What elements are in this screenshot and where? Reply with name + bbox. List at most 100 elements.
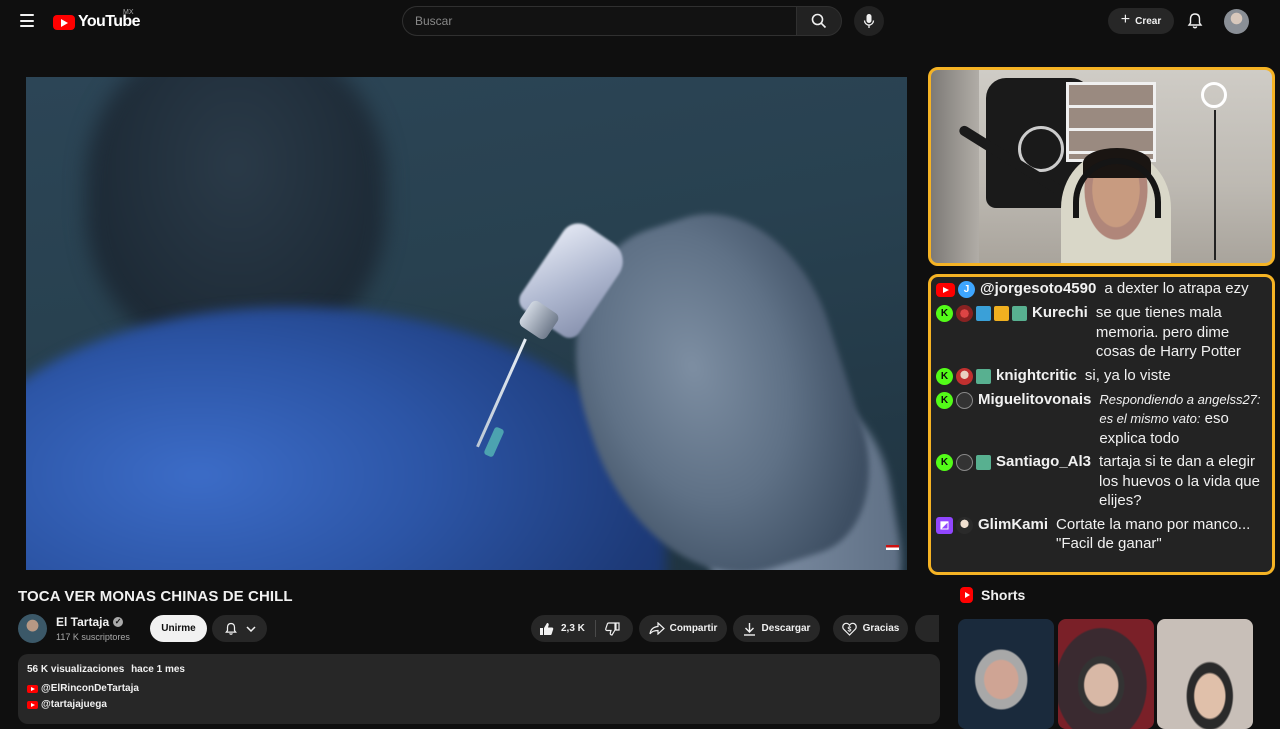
badge-icon <box>976 368 991 384</box>
description-link-text: @tartajajuega <box>41 699 107 710</box>
chat-text: a dexter lo atrapa ezy <box>1104 280 1249 297</box>
download-icon <box>743 622 755 636</box>
description-meta: 56 K visualizaciones hace 1 mes <box>27 664 931 675</box>
short-thumbnail[interactable] <box>1058 619 1154 729</box>
search-icon <box>811 13 827 29</box>
share-icon <box>648 622 665 635</box>
top-bar: YouTube MX + Crear <box>0 0 1280 42</box>
youtube-icon <box>936 283 955 297</box>
voice-search-button[interactable] <box>854 6 884 36</box>
join-button[interactable]: Unirme <box>150 615 207 642</box>
kick-icon: K <box>936 305 953 322</box>
user-avatar: J <box>958 281 975 298</box>
kick-icon: K <box>936 367 953 385</box>
download-label: Descargar <box>761 623 811 634</box>
shorts-header: Shorts <box>960 587 1025 603</box>
shorts-icon <box>960 587 973 603</box>
webcam-wall <box>931 70 979 263</box>
chat-overlay: J @jorgesoto4590 a dexter lo atrapa ezy … <box>928 274 1275 575</box>
youtube-icon <box>27 684 38 693</box>
chat-username: Miguelitovonais <box>978 390 1092 408</box>
channel-name[interactable]: El Tartaja ✓ <box>56 615 124 629</box>
badge-icon <box>976 306 991 321</box>
search-box <box>402 6 796 36</box>
user-avatar <box>956 516 973 534</box>
chat-username: Santiago_Al3 <box>996 453 1092 470</box>
user-avatar <box>956 367 973 385</box>
webcam-ring-light <box>1201 82 1227 108</box>
microphone-icon <box>863 14 875 28</box>
video-frame-shoulder <box>26 307 666 570</box>
create-label: Crear <box>1135 15 1162 27</box>
short-thumbnail[interactable] <box>1157 619 1253 729</box>
thumbs-up-icon <box>540 622 554 635</box>
chat-message: K Kurechi se que tienes mala memoria. pe… <box>936 303 1267 362</box>
webcam-overlay <box>928 67 1275 266</box>
description-link-text: @ElRinconDeTartaja <box>41 683 139 694</box>
like-button[interactable]: 2,3 K <box>531 620 596 637</box>
heart-dollar-icon: $ <box>841 622 857 636</box>
thanks-label: Gracias <box>862 623 900 634</box>
create-button[interactable]: + Crear <box>1108 8 1174 34</box>
chat-text: si, ya lo viste <box>1084 366 1171 384</box>
description-box[interactable]: 56 K visualizaciones hace 1 mes @ElRinco… <box>18 654 940 724</box>
search-input[interactable] <box>403 7 796 35</box>
kick-icon: K <box>936 454 953 471</box>
chevron-down-icon <box>245 625 256 632</box>
chat-message: J @jorgesoto4590 a dexter lo atrapa ezy <box>936 279 1267 299</box>
twitch-icon: ◩ <box>936 516 953 534</box>
badge-icon <box>976 455 991 470</box>
country-code: MX <box>123 9 134 16</box>
shorts-title: Shorts <box>981 587 1026 603</box>
verified-check-icon: ✓ <box>113 617 124 627</box>
crown-badge-icon <box>994 306 1009 321</box>
svg-text:$: $ <box>847 626 851 633</box>
video-player[interactable] <box>26 77 907 570</box>
download-button[interactable]: Descargar <box>733 615 820 642</box>
more-actions-button[interactable] <box>915 615 939 642</box>
share-button[interactable]: Compartir <box>639 615 727 642</box>
video-title: TOCA VER MONAS CHINAS DE CHILL <box>18 588 293 605</box>
channel-name-text: El Tartaja <box>56 615 110 629</box>
chat-username: Kurechi <box>1032 304 1088 321</box>
thanks-button[interactable]: $ Gracias <box>833 615 908 642</box>
watermark-flag-icon <box>886 545 899 550</box>
upload-date: hace 1 mes <box>131 664 185 675</box>
view-count: 56 K visualizaciones <box>27 664 125 675</box>
youtube-logo[interactable]: YouTube MX <box>53 9 140 31</box>
notifications-bell-icon[interactable] <box>1186 12 1204 30</box>
kick-icon: K <box>936 391 953 409</box>
search-button[interactable] <box>796 6 842 36</box>
chat-message: K Santiago_Al3 tartaja si te dan a elegi… <box>936 452 1267 511</box>
subscription-bell-button[interactable] <box>212 615 267 642</box>
chat-message: K knightcritic si, ya lo viste <box>936 366 1267 386</box>
chat-username: @jorgesoto4590 <box>980 280 1097 297</box>
account-avatar[interactable] <box>1224 9 1249 34</box>
short-thumbnail[interactable] <box>958 619 1054 729</box>
share-label: Compartir <box>669 623 718 634</box>
like-count: 2,3 K <box>561 623 585 634</box>
chat-message: ◩ GlimKami Cortate la mano por manco... … <box>936 515 1267 554</box>
dislike-button[interactable] <box>596 621 620 636</box>
chat-text: tartaja si te dan a elegir los huevos o … <box>1099 453 1260 509</box>
menu-icon[interactable] <box>20 14 34 27</box>
youtube-icon <box>27 700 38 709</box>
description-link[interactable]: @ElRinconDeTartaja <box>27 683 931 694</box>
chat-text: Respondiendo a angelss27: es el mismo va… <box>1099 390 1267 449</box>
youtube-play-icon <box>53 14 75 30</box>
webcam-light-stand <box>1214 110 1216 260</box>
user-avatar <box>956 305 973 322</box>
description-link[interactable]: @tartajajuega <box>27 699 931 710</box>
chat-text: se que tienes mala memoria. pero dime co… <box>1095 304 1241 360</box>
chat-message: K Miguelitovonais Respondiendo a angelss… <box>936 390 1267 449</box>
badge-icon <box>1012 306 1027 321</box>
thumbs-down-icon <box>605 621 620 636</box>
channel-avatar[interactable] <box>18 614 47 643</box>
chat-username: GlimKami <box>978 515 1049 533</box>
user-avatar <box>956 454 973 471</box>
chat-text: Cortate la mano por manco... "Facil de g… <box>1056 515 1251 553</box>
bell-icon <box>224 622 237 635</box>
like-dislike-group: 2,3 K <box>531 615 633 642</box>
chat-username: knightcritic <box>996 366 1077 384</box>
user-avatar <box>956 391 973 409</box>
